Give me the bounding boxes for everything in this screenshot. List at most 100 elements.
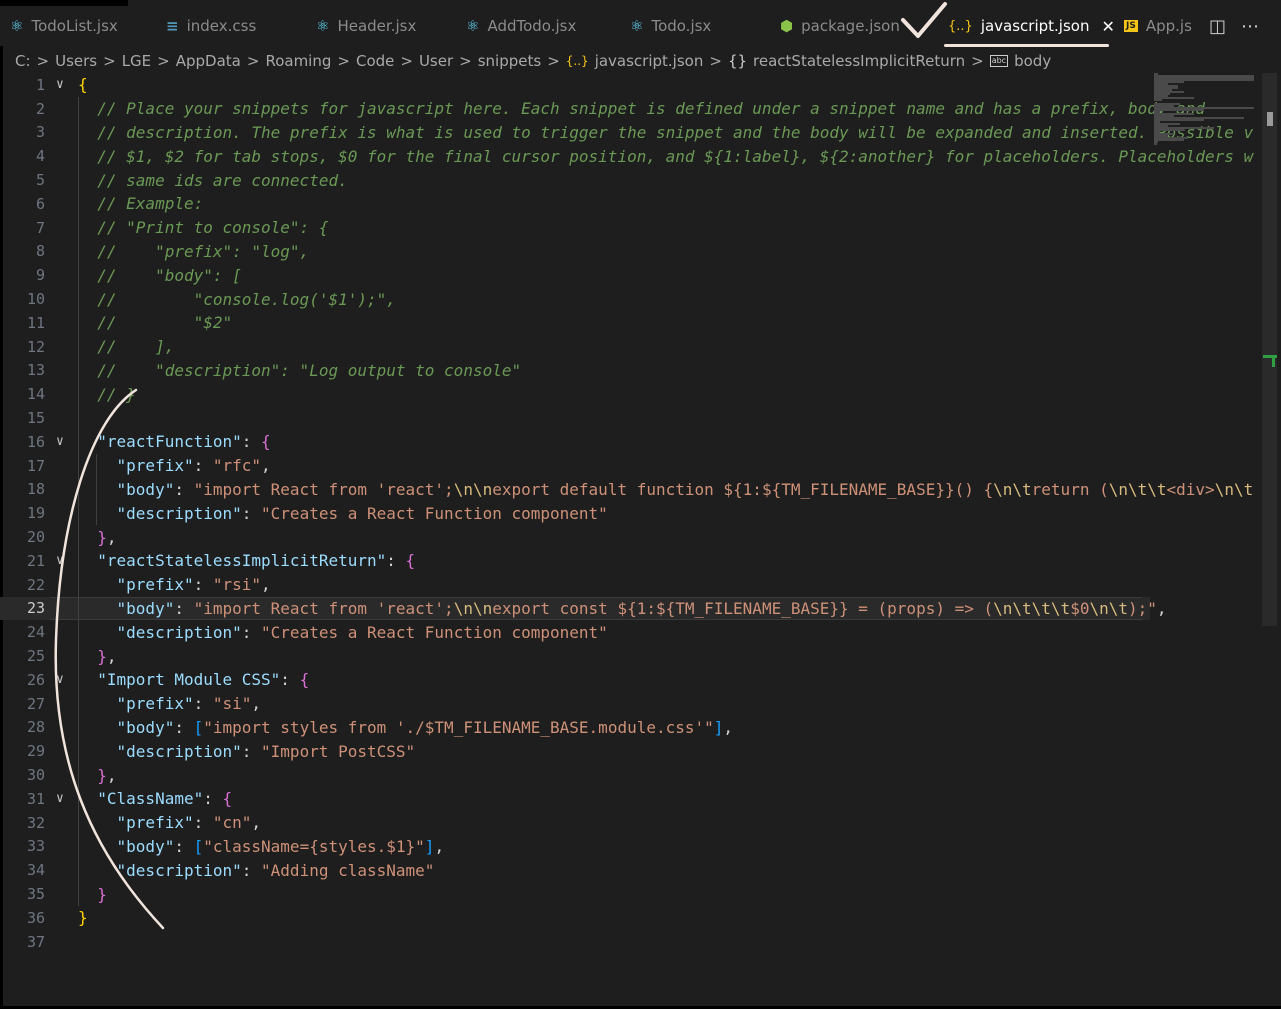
code-line[interactable]: 28 "body": ["import styles from './$TM_F… (0, 716, 1150, 740)
tab-javascript-json[interactable]: {..} javascript.json ✕ (948, 6, 1115, 46)
code-token: "description" (116, 741, 242, 761)
tab-label: AddTodo.jsx (487, 17, 577, 35)
tab-app-js[interactable]: JS App.js (1124, 6, 1192, 46)
breadcrumb-symbol[interactable]: reactStatelessImplicitReturn (753, 52, 965, 70)
code-line[interactable]: 27 "prefix": "si", (0, 692, 1150, 716)
code-line[interactable]: 32 "prefix": "cn", (0, 811, 1150, 835)
code-token: : (241, 503, 262, 523)
code-token: : (174, 717, 194, 737)
fold-chevron-icon[interactable]: ∨ (56, 77, 70, 92)
code-line[interactable]: 24 "description": "Creates a React Funct… (0, 620, 1150, 644)
code-editor[interactable]: 1 ∨ {2 // Place your snippets for javascri… (0, 73, 1253, 954)
code-line[interactable]: 10 // "console.log('$1');", (0, 287, 1150, 311)
code-line[interactable]: 13 // "description": "Log output to cons… (0, 359, 1150, 383)
split-editor-button[interactable]: ◫ (1209, 6, 1226, 46)
code-line[interactable]: 23 "body": "import React from 'react';\n… (0, 596, 1167, 621)
code-line[interactable]: 9 // "body": [ (0, 263, 1150, 287)
tab-todo[interactable]: ⚛ Todo.jsx (630, 6, 711, 46)
minimap[interactable] (1150, 73, 1262, 148)
breadcrumb-item[interactable]: snippets (478, 52, 541, 70)
tab-index-css[interactable]: ≡ index.css (166, 6, 256, 46)
code-text: } (78, 908, 88, 927)
breadcrumb-file[interactable]: javascript.json (595, 52, 704, 70)
code-line[interactable]: 5 // same ids are connected. (0, 168, 1150, 192)
code-text: // ], (78, 337, 174, 356)
code-line[interactable]: 31 ∨ "ClassName": { (0, 787, 1150, 811)
json-braces-icon: {..} (565, 54, 589, 68)
line-number: 18 (26, 480, 45, 499)
line-number: 20 (26, 528, 45, 547)
tab-package-json[interactable]: ⬢ package.json (780, 6, 900, 46)
fold-chevron-icon[interactable]: ∨ (56, 434, 70, 449)
breadcrumb-property[interactable]: body (1014, 52, 1051, 70)
code-token: { (261, 432, 271, 452)
code-line[interactable]: 18 "body": "import React from 'react';\n… (0, 478, 1253, 502)
code-line[interactable]: 7 // "Print to console": { (0, 216, 1150, 240)
breadcrumb-item[interactable]: Users (55, 52, 97, 70)
code-token: { (78, 75, 88, 95)
code-line[interactable]: 16 ∨ "reactFunction": { (0, 430, 1150, 454)
code-line[interactable]: 1 ∨ { (0, 73, 1150, 97)
breadcrumb-item[interactable]: User (419, 52, 453, 70)
code-token: "import React from 'react'; (193, 598, 454, 618)
chevron-right-icon: > (337, 52, 350, 70)
tab-addtodo[interactable]: ⚛ AddTodo.jsx (466, 6, 576, 46)
breadcrumb-item[interactable]: Code (356, 52, 394, 70)
code-token: } (97, 646, 107, 666)
code-token: \n\t (1089, 598, 1128, 618)
code-line[interactable]: 30 }, (0, 763, 1150, 787)
code-line[interactable]: 34 "description": "Adding className" (0, 858, 1150, 882)
code-line[interactable]: 4 // $1, $2 for tab stops, $0 for the fi… (0, 144, 1253, 168)
fold-chevron-icon[interactable]: ∨ (56, 791, 70, 806)
code-token: "prefix" (116, 575, 194, 595)
code-line[interactable]: 22 "prefix": "rsi", (0, 573, 1150, 597)
code-line[interactable]: 14 // } (0, 382, 1150, 406)
breadcrumb-item[interactable]: LGE (122, 52, 151, 70)
more-actions-button[interactable]: ⋯ (1241, 6, 1259, 46)
code-token: "className={styles.$1}" (203, 836, 425, 856)
breadcrumb-item[interactable]: Roaming (265, 52, 331, 70)
scrollbar-thumb[interactable] (1267, 112, 1273, 126)
code-token: \n\n (453, 598, 493, 618)
code-line[interactable]: 15 (0, 406, 1150, 430)
breadcrumb-item[interactable]: AppData (176, 52, 241, 70)
code-token: { (222, 789, 233, 809)
code-line[interactable]: 6 // Example: (0, 192, 1150, 216)
vertical-scrollbar[interactable] (1262, 73, 1277, 626)
tab-label: Header.jsx (337, 17, 417, 35)
code-line[interactable]: 29 "description": "Import PostCSS" (0, 739, 1150, 763)
code-token: "prefix" (116, 456, 194, 476)
code-text: "prefix": "si", (78, 694, 262, 713)
code-token: "body" (116, 717, 175, 737)
fold-chevron-icon[interactable]: ∨ (56, 553, 70, 568)
fold-chevron-icon[interactable]: ∨ (56, 672, 70, 687)
code-token: $0 (1070, 598, 1090, 618)
code-line[interactable]: 26 ∨ "Import Module CSS": { (0, 668, 1150, 692)
code-token: // "description": "Log output to console… (78, 360, 522, 380)
code-line[interactable]: 33 "body": ["className={styles.$1}"], (0, 835, 1150, 859)
chevron-right-icon: > (971, 52, 984, 70)
code-line[interactable]: 11 // "$2" (0, 311, 1150, 335)
code-line[interactable]: 37 (0, 930, 1150, 954)
code-line[interactable]: 35 } (0, 882, 1150, 906)
code-line[interactable]: 25 }, (0, 644, 1150, 668)
tab-header[interactable]: ⚛ Header.jsx (316, 6, 416, 46)
code-line[interactable]: 20 }, (0, 525, 1150, 549)
code-token: : (174, 836, 194, 856)
code-token: : (386, 551, 406, 571)
code-line[interactable]: 36} (0, 906, 1150, 930)
line-number: 30 (26, 766, 45, 785)
code-line[interactable]: 2 // Place your snippets for javascript … (0, 97, 1205, 121)
code-line[interactable]: 17 "prefix": "rfc", (0, 454, 1150, 478)
close-icon[interactable]: ✕ (1101, 17, 1114, 36)
code-line[interactable]: 21 ∨ "reactStatelessImplicitReturn": { (0, 549, 1150, 573)
tab-label: package.json (801, 17, 900, 35)
code-line[interactable]: 3 // description. The prefix is what is … (0, 121, 1253, 145)
code-line[interactable]: 19 "description": "Creates a React Funct… (0, 501, 1150, 525)
code-line[interactable]: 12 // ], (0, 335, 1150, 359)
breadcrumb-item[interactable]: C: (15, 52, 31, 70)
code-line[interactable]: 8 // "prefix": "log", (0, 240, 1150, 264)
tab-todolist[interactable]: ⚛ TodoList.jsx (10, 6, 118, 46)
